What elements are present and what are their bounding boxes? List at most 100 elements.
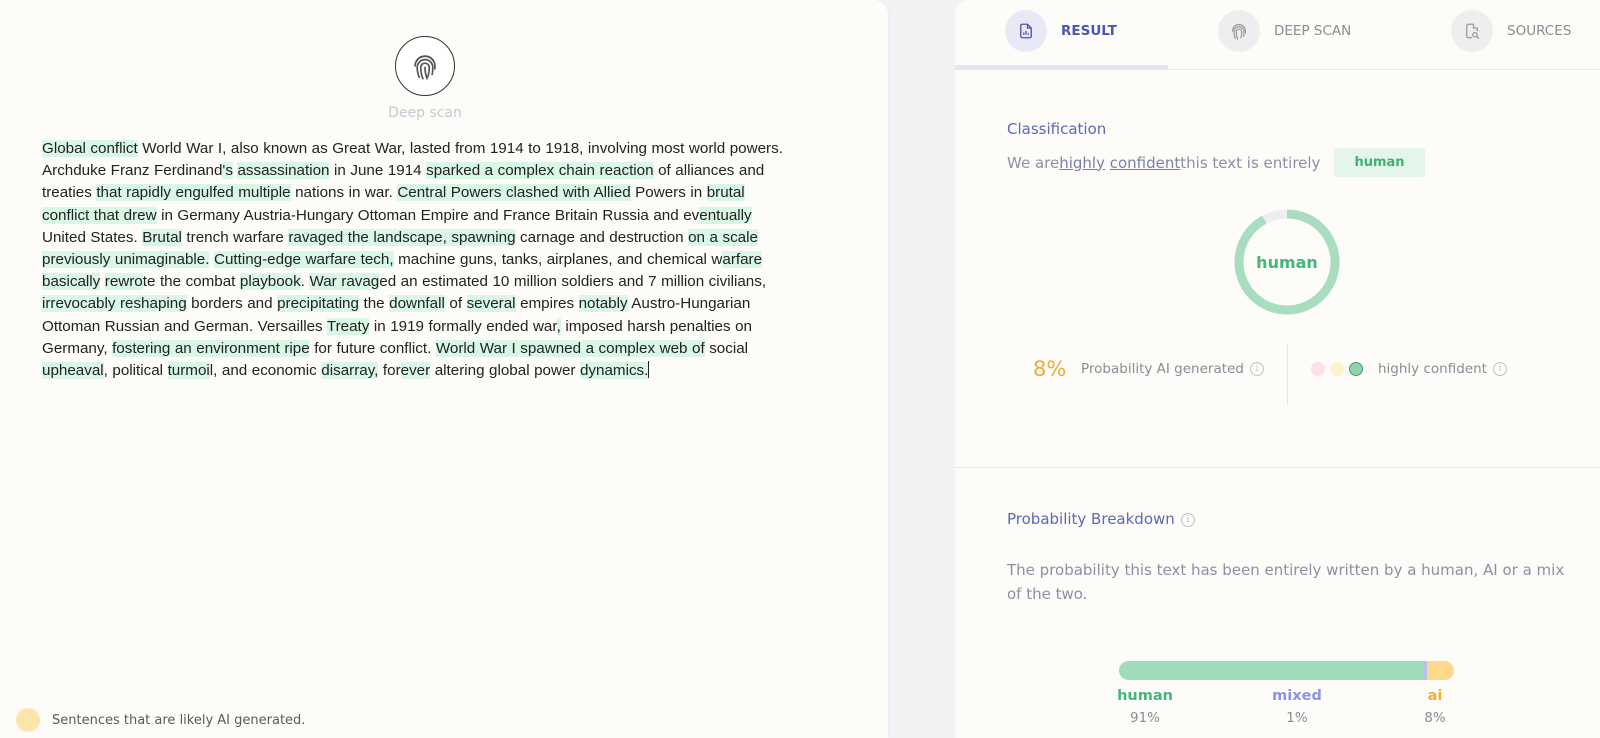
highlighted-phrase: World War I spawned a complex web of: [435, 339, 705, 357]
document-chart-icon: [1005, 10, 1047, 52]
tab-deep-scan[interactable]: DEEP SCAN: [1218, 10, 1351, 52]
highlighted-phrase: Global conflict: [42, 140, 138, 157]
highlighted-phrase: playbook: [239, 273, 301, 291]
plain-text: te the combat: [142, 273, 240, 291]
bar-segment-ai: [1427, 661, 1454, 680]
tab-result-label: RESULT: [1061, 23, 1117, 39]
result-tabs: RESULT DEEP SCAN SOURCES: [955, 0, 1600, 70]
info-icon[interactable]: i: [1492, 362, 1507, 376]
plain-text: for future conflict.: [309, 339, 436, 357]
highlighted-phrase: precipitating: [277, 295, 359, 313]
plain-text: , political: [103, 362, 168, 380]
tab-sources[interactable]: SOURCES: [1451, 10, 1571, 52]
breakdown-label-mixed: mixed: [1272, 688, 1322, 704]
breakdown-value-human: 91%: [1129, 710, 1160, 726]
highlighted-phrase: several: [466, 295, 516, 313]
deep-scan-button[interactable]: [395, 36, 455, 96]
highlighted-phrase: ever: [400, 362, 431, 380]
breakdown-value-ai: 8%: [1424, 710, 1446, 726]
ai-percent: 8%: [1033, 357, 1067, 381]
plain-text: in June 1914: [329, 162, 427, 180]
highlighted-phrase: 's: [222, 162, 233, 180]
legend-text: Sentences that are likely AI generated.: [52, 712, 306, 728]
plain-text: carnage and destruction: [515, 228, 689, 246]
stats-divider: [1287, 345, 1288, 405]
deep-scan-label: Deep scan: [388, 105, 462, 121]
breakdown-title: Probability Breakdown i: [1007, 510, 1195, 528]
highlighted-phrase: dynamics.: [579, 362, 649, 380]
tab-result[interactable]: RESULT: [1005, 10, 1117, 52]
plain-text: for: [378, 362, 401, 380]
plain-text: Powers in: [630, 184, 707, 202]
ai-probability-text: Probability AI generated: [1081, 361, 1244, 377]
breakdown-label-human: human: [1117, 688, 1173, 704]
plain-text: in 1919 formally ended war: [369, 317, 557, 335]
highlighted-phrase: Treaty: [326, 317, 370, 335]
plain-text: altering global power: [430, 362, 580, 380]
highlighted-phrase: ravaged the landscape, spawning: [288, 228, 516, 246]
highlighted-phrase: irrevocably reshaping: [42, 295, 187, 313]
plain-text: machine guns, tanks, airplanes, and chem…: [393, 251, 723, 269]
results-panel: RESULT DEEP SCAN SOURCES Classification …: [955, 0, 1600, 738]
highlighted-phrase: turmoi: [167, 362, 210, 380]
confidence-text: highly confident: [1378, 361, 1487, 377]
highlighted-phrase: disarray,: [321, 362, 379, 380]
ai-legend: Sentences that are likely AI generated.: [16, 708, 305, 732]
ai-probability-label: Probability AI generated i: [1081, 361, 1264, 377]
fingerprint-icon: [1218, 10, 1260, 52]
classification-title: Classification: [1007, 120, 1107, 138]
plain-text: ed an estimated 10 million soldiers and …: [379, 273, 767, 291]
info-icon[interactable]: i: [1180, 512, 1195, 527]
confidence-dot-high: [1349, 362, 1363, 376]
breakdown-description: The probability this text has been entir…: [1007, 561, 1565, 603]
confidence-indicator: [1311, 362, 1363, 376]
breakdown-label-ai: ai: [1427, 688, 1443, 704]
legend-swatch: [16, 708, 40, 732]
plain-text: United States.: [42, 228, 143, 246]
highly-link[interactable]: highly: [1059, 154, 1105, 172]
highlighted-phrase: War ravag: [309, 273, 380, 291]
highlighted-phrase: upheaval: [42, 362, 104, 380]
highlighted-phrase: rewro: [104, 273, 143, 291]
confidence-dot-low: [1311, 362, 1325, 376]
classification-donut: human: [1234, 209, 1340, 315]
text-cursor: [648, 361, 650, 379]
essay-text[interactable]: Global conflict World War I, also known …: [42, 138, 787, 382]
confidence-label: highly confident i: [1378, 361, 1507, 377]
info-icon[interactable]: i: [1249, 362, 1264, 376]
breakdown-value-mixed: 1%: [1286, 710, 1308, 726]
plain-text: l, and economic: [209, 362, 322, 380]
document-search-icon: [1451, 10, 1493, 52]
classification-prefix: We are: [1007, 153, 1060, 172]
highlighted-phrase: notably: [578, 295, 628, 313]
tab-sources-label: SOURCES: [1507, 23, 1572, 39]
plain-text: in Germany Austria-Hungary Ottoman Empir…: [156, 206, 700, 224]
highlighted-phrase: that rapidly engulfed multiple: [96, 184, 291, 202]
classification-stats: 8% Probability AI generated i highly conf…: [1033, 345, 1553, 407]
highlighted-phrase: downfall: [389, 295, 445, 313]
classification-sentence: We are highly confident this text is ent…: [1007, 148, 1425, 177]
highlighted-phrase: sparked a complex chain reaction: [426, 162, 654, 180]
confidence-dot-medium: [1330, 362, 1344, 376]
classification-badge: human: [1334, 148, 1425, 177]
plain-text: the: [358, 295, 390, 313]
highlighted-phrase: Cutting-edge warfare tech,: [214, 251, 394, 269]
probability-labels: human 91% mixed 1% ai 8%: [1117, 688, 1454, 738]
highlighted-phrase: Central Powers clashed with Allied: [397, 184, 631, 202]
highlighted-phrase: assassination: [237, 162, 330, 180]
plain-text: borders and: [186, 295, 278, 313]
text-editor-panel: Deep scan Global conflict World War I, a…: [0, 0, 888, 738]
donut-label: human: [1256, 253, 1318, 272]
highlighted-phrase: fostering an environment ripe: [112, 339, 310, 357]
plain-text: empires: [515, 295, 579, 313]
plain-text: nations in war.: [290, 184, 398, 202]
tab-deep-scan-label: DEEP SCAN: [1274, 23, 1352, 39]
probability-bar: [1119, 661, 1454, 680]
breakdown-title-text: Probability Breakdown: [1007, 510, 1175, 528]
confident-link[interactable]: confident: [1110, 154, 1181, 172]
bar-segment-human: [1119, 661, 1424, 680]
fingerprint-icon: [414, 55, 436, 80]
plain-text: trench warfare: [181, 228, 289, 246]
classification-suffix: this text is entirely: [1180, 153, 1321, 172]
highlighted-phrase: entually: [699, 206, 752, 224]
